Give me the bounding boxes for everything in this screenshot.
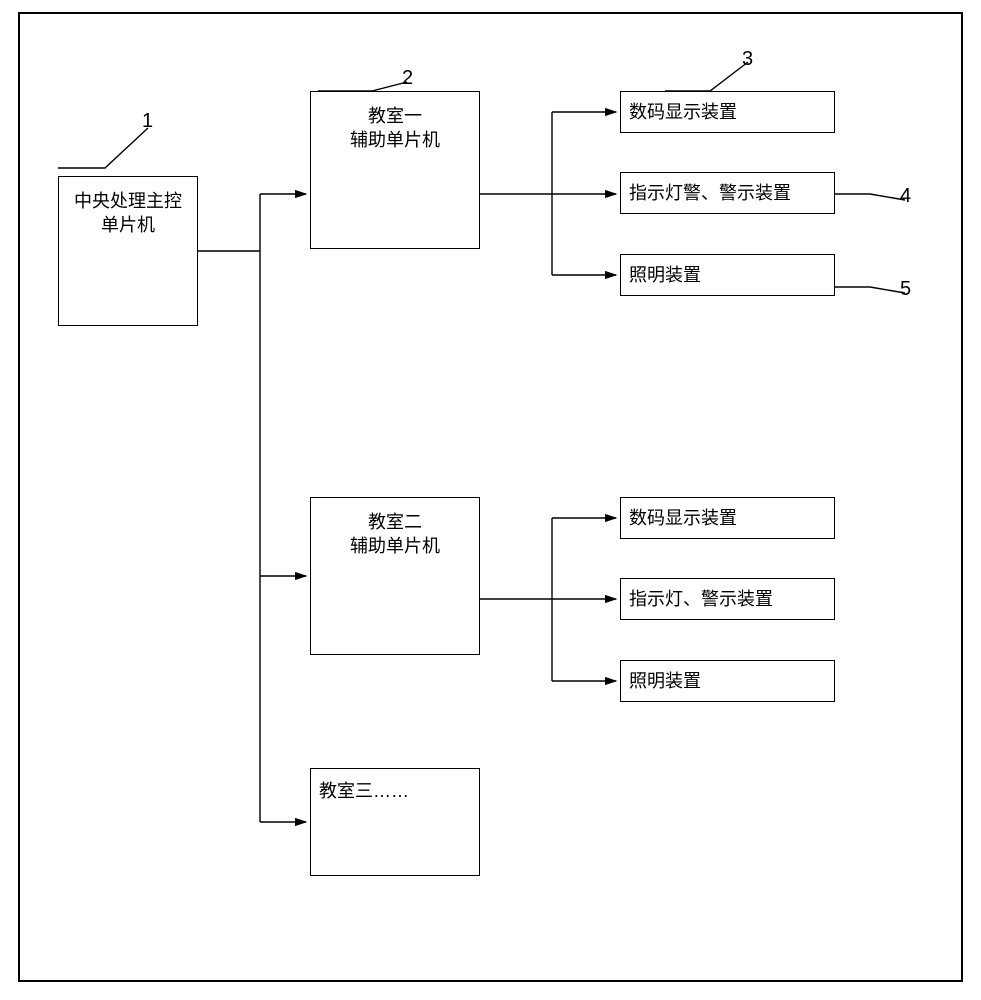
- room2-mcu-box: 教室二 辅助单片机: [310, 497, 480, 655]
- room2-light-box: 照明装置: [620, 660, 835, 702]
- room1-mcu-box: 教室一 辅助单片机: [310, 91, 480, 249]
- callout-5: 5: [900, 278, 911, 301]
- callout-2: 2: [402, 67, 413, 90]
- room2-display-box: 数码显示装置: [620, 497, 835, 539]
- room3-box: 教室三……: [310, 768, 480, 876]
- callout-1: 1: [142, 110, 153, 133]
- room1-light-box: 照明装置: [620, 254, 835, 296]
- callout-3: 3: [742, 48, 753, 71]
- room1-display-box: 数码显示装置: [620, 91, 835, 133]
- diagram-page: 1 2 3 4 5 中央处理主控 单片机 教室一 辅助单片机 数码显示装置 指示…: [0, 0, 981, 1000]
- callout-4: 4: [900, 185, 911, 208]
- room2-alarm-box: 指示灯、警示装置: [620, 578, 835, 620]
- room1-alarm-box: 指示灯警、警示装置: [620, 172, 835, 214]
- central-mcu-box: 中央处理主控 单片机: [58, 176, 198, 326]
